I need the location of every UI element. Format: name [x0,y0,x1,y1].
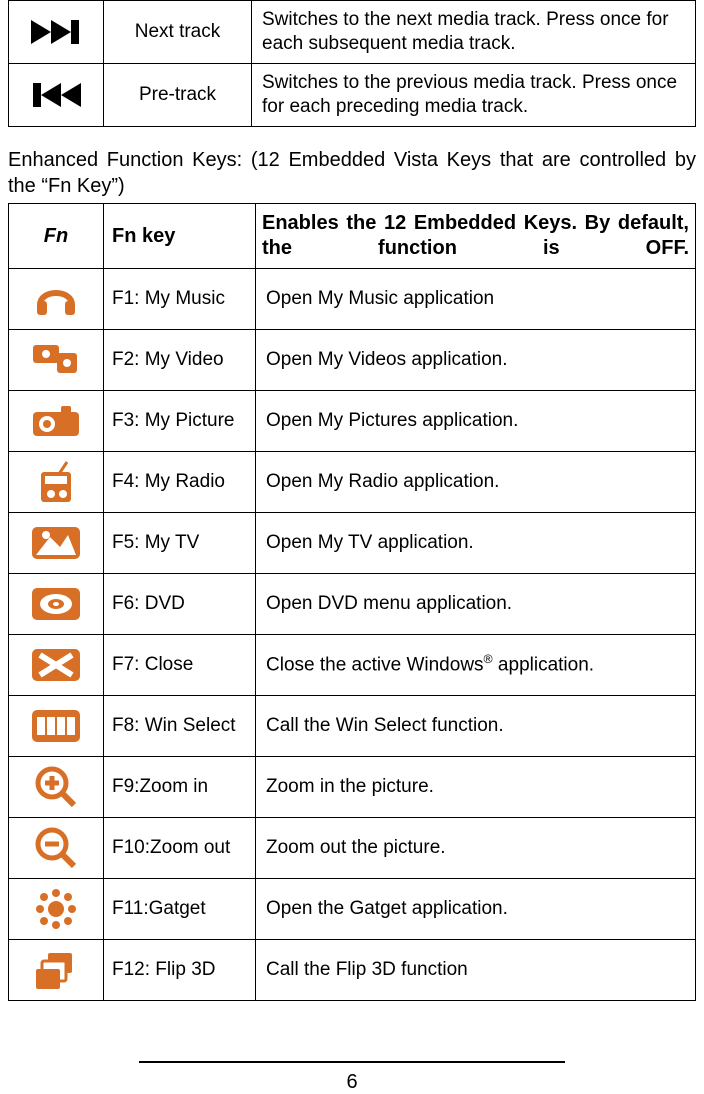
fn-key-desc: Open My Music application [256,269,696,330]
headphones-icon [9,269,104,330]
radio-icon [9,452,104,513]
table-row: Next track Switches to the next media tr… [9,1,696,64]
fn-key-desc: Open My Radio application. [256,452,696,513]
fn-key-name: F3: My Picture [104,391,256,452]
page-divider [139,1061,566,1063]
table-row: F8: Win Select Call the Win Select funct… [9,696,696,757]
fn-key-name: F5: My TV [104,513,256,574]
fn-key-name: F1: My Music [104,269,256,330]
next-track-icon [9,1,104,64]
table-row: F10:Zoom out Zoom out the picture. [9,818,696,879]
table-row: F7: Close Close the active Windows® appl… [9,635,696,696]
table-row: F11:Gatget Open the Gatget application. [9,879,696,940]
fn-key-desc: Zoom in the picture. [256,757,696,818]
fn-key-desc: Close the active Windows® application. [256,635,696,696]
fn-keys-table: Fn Fn key Enables the 12 Embedded Keys. … [8,203,696,1001]
dvd-icon [9,574,104,635]
fn-header-col3: Enables the 12 Embedded Keys. By default… [256,204,696,269]
table-row: F9:Zoom in Zoom in the picture. [9,757,696,818]
media-key-desc: Switches to the previous media track. Pr… [252,64,696,127]
table-row: F4: My Radio Open My Radio application. [9,452,696,513]
fn-key-desc: Open My Pictures application. [256,391,696,452]
table-row: F12: Flip 3D Call the Flip 3D function [9,940,696,1001]
table-row: F5: My TV Open My TV application. [9,513,696,574]
fn-key-name: F11:Gatget [104,879,256,940]
media-keys-table: Next track Switches to the next media tr… [8,0,696,127]
fn-key-name: F10:Zoom out [104,818,256,879]
table-row: F6: DVD Open DVD menu application. [9,574,696,635]
fn-key-name: F2: My Video [104,330,256,391]
flip-3d-icon [9,940,104,1001]
gadget-icon [9,879,104,940]
zoom-out-icon [9,818,104,879]
fn-header-col1: Fn [9,204,104,269]
zoom-in-icon [9,757,104,818]
fn-key-desc: Open DVD menu application. [256,574,696,635]
fn-key-desc: Call the Flip 3D function [256,940,696,1001]
fn-key-name: F12: Flip 3D [104,940,256,1001]
camcorder-icon [9,330,104,391]
table-header-row: Fn Fn key Enables the 12 Embedded Keys. … [9,204,696,269]
win-select-icon [9,696,104,757]
section-intro-text: Enhanced Function Keys: (12 Embedded Vis… [8,147,696,199]
fn-key-desc: Call the Win Select function. [256,696,696,757]
fn-key-desc: Open the Gatget application. [256,879,696,940]
fn-key-desc: Open My Videos application. [256,330,696,391]
fn-key-name: F8: Win Select [104,696,256,757]
fn-header-col2: Fn key [104,204,256,269]
tv-icon [9,513,104,574]
media-key-name: Next track [104,1,252,64]
table-row: F1: My Music Open My Music application [9,269,696,330]
page-number: 6 [8,1071,696,1094]
fn-key-name: F6: DVD [104,574,256,635]
fn-key-desc: Open My TV application. [256,513,696,574]
pre-track-icon [9,64,104,127]
table-row: F3: My Picture Open My Pictures applicat… [9,391,696,452]
fn-key-name: F4: My Radio [104,452,256,513]
camera-icon [9,391,104,452]
media-key-desc: Switches to the next media track. Press … [252,1,696,64]
fn-key-name: F7: Close [104,635,256,696]
table-row: Pre-track Switches to the previous media… [9,64,696,127]
fn-key-name: F9:Zoom in [104,757,256,818]
table-row: F2: My Video Open My Videos application. [9,330,696,391]
fn-key-desc: Zoom out the picture. [256,818,696,879]
media-key-name: Pre-track [104,64,252,127]
close-icon [9,635,104,696]
